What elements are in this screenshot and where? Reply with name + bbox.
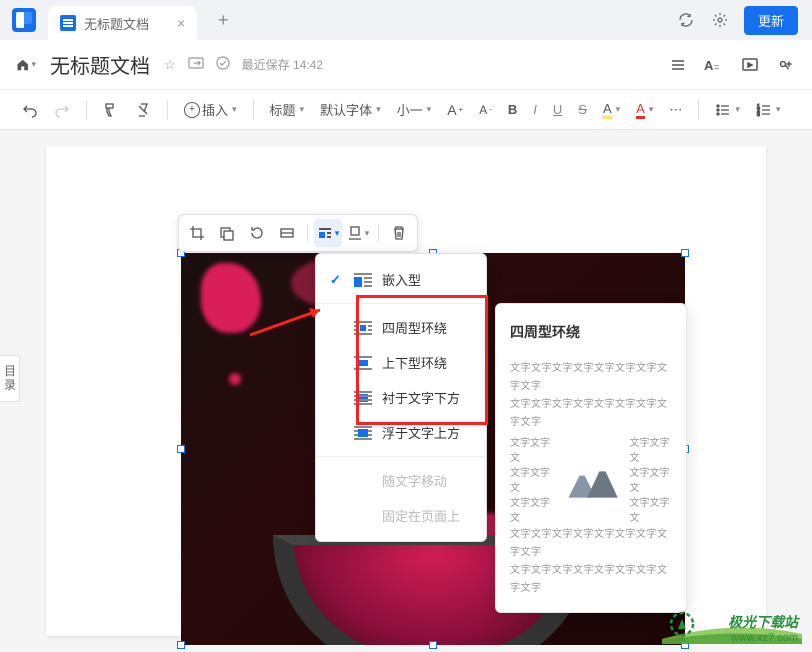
presentation-icon[interactable]: [740, 55, 760, 75]
wrap-front-icon: [354, 426, 372, 440]
settings-icon[interactable]: [710, 10, 730, 30]
number-list-button[interactable]: 123▾: [750, 98, 787, 122]
increase-font-button[interactable]: A+: [441, 98, 469, 122]
bold-button[interactable]: B: [502, 98, 523, 121]
wrap-option-label: 四周型环绕: [382, 318, 447, 337]
preview-text: 文字文字文字文字文字文字文字文字文字: [510, 360, 672, 396]
preview-text: 文字文字文字文字文字文字文字文字文字: [510, 526, 672, 562]
new-tab-button[interactable]: +: [209, 6, 237, 34]
undo-button[interactable]: [16, 98, 44, 122]
redo-button[interactable]: [48, 98, 76, 122]
wrap-dropdown: ✓ 嵌入型 四周型环绕 上下型环绕 衬于文字下方 浮于文字上方 随文字移动 固定…: [315, 253, 487, 542]
document-title[interactable]: 无标题文档: [50, 50, 150, 79]
image-toolbar: ▾ ▾: [178, 214, 418, 252]
wrap-option-square[interactable]: 四周型环绕: [316, 310, 486, 345]
resize-handle[interactable]: [429, 641, 437, 649]
highlight-button[interactable]: A▾: [597, 97, 626, 123]
clear-format-button[interactable]: [129, 98, 157, 122]
wrap-option-inline[interactable]: ✓ 嵌入型: [316, 262, 486, 297]
bullet-list-button[interactable]: ▾: [709, 98, 746, 122]
text-style-icon[interactable]: A=: [704, 55, 724, 75]
tab-title: 无标题文档: [84, 14, 149, 33]
replace-button[interactable]: [213, 219, 241, 247]
wrap-option-label: 浮于文字上方: [382, 423, 460, 442]
watermark-url: www.xz7.com: [728, 632, 798, 644]
italic-button[interactable]: I: [527, 98, 543, 121]
resize-handle[interactable]: [177, 445, 185, 453]
document-tab[interactable]: 无标题文档 ×: [48, 6, 197, 40]
tab-bar: 无标题文档 × + 更新: [0, 0, 812, 40]
share-icon[interactable]: [776, 55, 796, 75]
star-icon[interactable]: ☆: [164, 57, 176, 73]
wrap-option-label: 嵌入型: [382, 270, 421, 289]
preview-text: 文字文字文: [510, 494, 552, 524]
preview-title: 四周型环绕: [510, 322, 672, 342]
resize-handle[interactable]: [177, 641, 185, 649]
insert-label: 插入: [202, 100, 228, 119]
insert-button[interactable]: +插入▾: [178, 96, 243, 123]
tab-close-icon[interactable]: ×: [177, 15, 185, 31]
wrap-preview: 四周型环绕 文字文字文字文字文字文字文字文字文字 文字文字文字文字文字文字文字文…: [495, 303, 687, 613]
preview-text: 文字文字文: [630, 464, 672, 494]
app-logo[interactable]: [12, 8, 36, 32]
wrap-square-icon: [354, 321, 372, 335]
outline-sidebar-tab[interactable]: 目录: [0, 355, 20, 402]
heading-select[interactable]: 标题▾: [264, 96, 311, 123]
saved-status-text: 最近保存 14:42: [242, 56, 323, 73]
title-bar: ▾ 无标题文档 ☆ 最近保存 14:42 A=: [0, 40, 812, 90]
sync-icon[interactable]: [676, 10, 696, 30]
border-button[interactable]: [273, 219, 301, 247]
move-icon[interactable]: [188, 56, 204, 73]
doc-icon: [60, 15, 76, 31]
svg-text:3: 3: [757, 112, 760, 118]
align-button[interactable]: ▾: [344, 219, 372, 247]
watermark-name: 极光下载站: [728, 612, 798, 632]
more-format-button[interactable]: ⋯: [663, 98, 688, 122]
heading-label: 标题: [270, 100, 296, 119]
mountain-image-icon: [560, 457, 621, 501]
wrap-option-topbottom[interactable]: 上下型环绕: [316, 345, 486, 380]
wrap-topbottom-icon: [354, 356, 372, 370]
home-icon[interactable]: ▾: [16, 55, 36, 75]
wrap-move-with-text: 随文字移动: [316, 463, 486, 498]
format-toolbar: +插入▾ 标题▾ 默认字体▾ 小一▾ A+ A- B I U S A▾ A▾ ⋯…: [0, 90, 812, 130]
font-color-button[interactable]: A▾: [630, 97, 659, 123]
check-icon: ✓: [330, 272, 344, 288]
font-select[interactable]: 默认字体▾: [314, 96, 387, 123]
wrap-button[interactable]: ▾: [314, 219, 342, 247]
saved-status-icon: [216, 56, 230, 73]
menu-icon[interactable]: [668, 55, 688, 75]
size-select[interactable]: 小一▾: [391, 96, 438, 123]
wrap-option-label: 固定在页面上: [382, 506, 460, 525]
underline-button[interactable]: U: [547, 98, 568, 121]
svg-text:A: A: [704, 58, 714, 73]
wrap-behind-icon: [354, 391, 372, 405]
preview-text: 文字文字文: [630, 434, 672, 464]
wrap-inline-icon: [354, 273, 372, 287]
preview-text: 文字文字文: [510, 434, 552, 464]
preview-text: 文字文字文字文字文字文字文字文字文字: [510, 396, 672, 432]
font-label: 默认字体: [320, 100, 372, 119]
wrap-option-label: 衬于文字下方: [382, 388, 460, 407]
decrease-font-button[interactable]: A-: [473, 99, 498, 121]
delete-button[interactable]: [385, 219, 413, 247]
wrap-fix-on-page: 固定在页面上: [316, 498, 486, 533]
rotate-button[interactable]: [243, 219, 271, 247]
svg-text:=: =: [714, 62, 719, 72]
crop-button[interactable]: [183, 219, 211, 247]
strike-button[interactable]: S: [572, 98, 593, 121]
preview-text: 文字文字文: [510, 464, 552, 494]
wrap-option-label: 随文字移动: [382, 471, 447, 490]
format-painter-button[interactable]: [97, 98, 125, 122]
preview-text: 文字文字文: [630, 494, 672, 524]
wrap-option-front[interactable]: 浮于文字上方: [316, 415, 486, 450]
wrap-option-label: 上下型环绕: [382, 353, 447, 372]
preview-text: 文字文字文字文字文字文字文字文字文字: [510, 562, 672, 598]
resize-handle[interactable]: [681, 249, 689, 257]
watermark: 极光下载站 www.xz7.com: [728, 612, 802, 644]
size-label: 小一: [397, 100, 423, 119]
update-button[interactable]: 更新: [744, 6, 798, 35]
wrap-option-behind[interactable]: 衬于文字下方: [316, 380, 486, 415]
